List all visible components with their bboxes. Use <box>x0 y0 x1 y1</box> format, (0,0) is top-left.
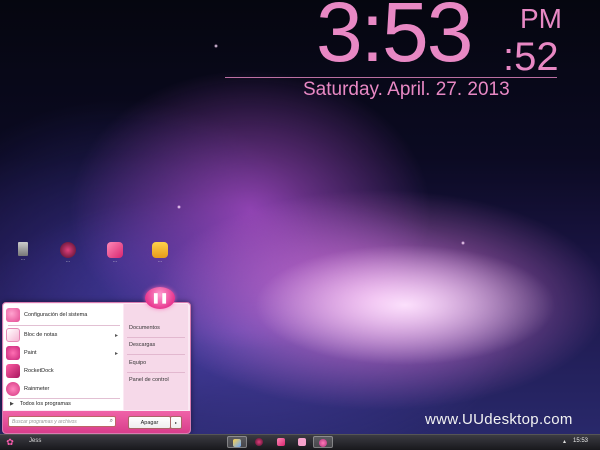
start-menu: Configuración del sistema Bloc de notas … <box>2 302 191 434</box>
star <box>461 241 465 245</box>
desktop-icon-music[interactable]: ... <box>105 240 125 270</box>
clock-seconds: :52 <box>503 35 559 79</box>
taskbar: ✿ Jess ▴ 15:53 <box>0 434 600 450</box>
taskbar-app-media[interactable] <box>249 436 269 448</box>
taskbar-user: Jess <box>29 438 42 444</box>
desktop-icon-label: ... <box>20 256 26 262</box>
music-icon <box>277 438 285 446</box>
clock-ampm: PM <box>520 3 562 34</box>
rainmeter-icon <box>6 382 20 396</box>
star <box>214 44 218 48</box>
start-item-rocketdock[interactable]: RocketDock <box>6 362 122 380</box>
start-item-rainmeter[interactable]: Rainmeter <box>6 380 122 398</box>
recycle-bin-icon <box>18 242 28 256</box>
desktop-icon-label: ... <box>65 258 71 264</box>
start-item-label: Paint <box>24 350 37 356</box>
divider <box>127 372 185 373</box>
chevron-right-icon: ▸ <box>114 350 118 357</box>
star <box>177 205 181 209</box>
start-menu-footer: Buscar programas y archivos ⌕ Apagar ▸ <box>3 411 190 433</box>
pause-icon[interactable]: ❚❚ <box>145 287 175 309</box>
cake-icon <box>152 242 168 258</box>
desktop-icon-label: ... <box>112 258 118 264</box>
start-link-documents[interactable]: Documentos <box>129 325 160 331</box>
chevron-right-icon: ▸ <box>114 332 118 339</box>
all-programs-button[interactable]: ▶ Todos los programas <box>6 399 122 409</box>
desktop-icon-recycle-bin[interactable]: ... <box>13 240 33 270</box>
all-programs-label: Todos los programas <box>19 401 71 407</box>
clock-time: 3:53 <box>316 0 473 79</box>
start-item-label: Bloc de notas <box>24 332 58 338</box>
start-item-notepad[interactable]: Bloc de notas ▸ <box>6 326 122 344</box>
desktop-icon-label: ... <box>157 258 163 264</box>
shutdown-options-button[interactable]: ▸ <box>170 416 182 429</box>
start-link-downloads[interactable]: Descargas <box>129 342 155 348</box>
notepad-icon <box>6 328 20 342</box>
triangle-right-icon: ▶ <box>10 401 14 407</box>
start-link-control-panel[interactable]: Panel de control <box>129 377 169 383</box>
taskbar-app-music[interactable] <box>271 436 291 448</box>
divider <box>127 354 185 355</box>
taskbar-clock[interactable]: 15:53 <box>573 438 588 444</box>
search-icon: ⌕ <box>109 418 113 424</box>
start-item-system-settings[interactable]: Configuración del sistema <box>6 306 122 324</box>
paint-icon <box>298 438 306 446</box>
paint-icon <box>6 346 20 360</box>
media-icon <box>255 438 263 446</box>
start-item-label: Configuración del sistema <box>24 312 88 318</box>
desktop-icon-cake[interactable]: ... <box>150 240 170 270</box>
start-item-paint[interactable]: Paint ▸ <box>6 344 122 362</box>
media-player-icon <box>60 242 76 258</box>
clock-date: Saturday. April. 27. 2013 <box>303 79 510 100</box>
watermark: www.UUdesktop.com <box>425 411 573 428</box>
rocketdock-icon <box>6 364 20 378</box>
start-button[interactable]: ✿ <box>3 437 17 448</box>
start-link-computer[interactable]: Equipo <box>129 360 146 366</box>
heart-icon <box>6 308 20 322</box>
player-icon <box>319 439 327 447</box>
taskbar-app-explorer[interactable] <box>227 436 247 448</box>
taskbar-app-player[interactable] <box>313 436 333 448</box>
start-menu-programs: Configuración del sistema Bloc de notas … <box>4 304 123 410</box>
shutdown-button[interactable]: Apagar <box>128 416 171 429</box>
music-icon <box>107 242 123 258</box>
explorer-icon <box>233 439 241 447</box>
search-placeholder: Buscar programas y archivos <box>12 418 77 425</box>
search-input[interactable]: Buscar programas y archivos ⌕ <box>8 416 116 427</box>
clock-divider <box>225 77 557 78</box>
taskbar-app-paint[interactable] <box>292 436 312 448</box>
divider <box>127 337 185 338</box>
start-menu-places: Documentos Descargas Equipo Panel de con… <box>124 304 188 410</box>
start-item-label: Rainmeter <box>24 386 50 392</box>
tray-expand-icon[interactable]: ▴ <box>563 438 566 445</box>
start-item-label: RocketDock <box>24 368 54 374</box>
desktop-icon-media-player[interactable]: ... <box>58 240 78 270</box>
